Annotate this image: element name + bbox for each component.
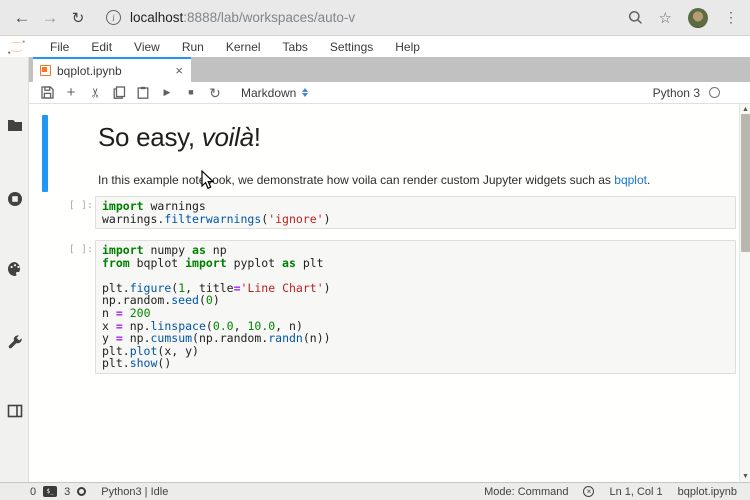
kernels-count: 3	[64, 485, 71, 498]
notifications-icon[interactable]: ×	[583, 486, 595, 497]
menu-settings[interactable]: Settings	[319, 40, 384, 54]
menu-view[interactable]: View	[123, 40, 171, 54]
mouse-cursor	[201, 170, 215, 190]
kernel-status-text[interactable]: Python3 | Idle	[101, 486, 168, 498]
browser-menu-icon[interactable]: ⋮	[724, 9, 738, 26]
reload-icon[interactable]: ↻	[64, 9, 92, 27]
menu-kernel[interactable]: Kernel	[215, 40, 272, 54]
forward-icon[interactable]: →	[36, 8, 64, 28]
copy-button[interactable]	[107, 83, 131, 103]
code-cell-1[interactable]: import warnings warnings.filterwarnings('…	[95, 196, 736, 230]
cell-selection-bar	[42, 115, 48, 192]
statusbar-file-name: bqplot.ipynb	[677, 485, 737, 498]
terminal-icon[interactable]: $_	[43, 486, 58, 497]
activity-sidebar	[0, 57, 29, 482]
notebook-scrollbar[interactable]: ▲ ▼	[739, 104, 750, 482]
notebook-paragraph: In this example notebook, we demonstrate…	[98, 173, 651, 187]
menu-file[interactable]: File	[39, 40, 80, 54]
sidebar-item-running[interactable]	[0, 187, 29, 211]
jupyter-logo	[7, 39, 26, 55]
kernel-sessions-icon[interactable]	[77, 487, 87, 496]
copy-icon	[113, 86, 125, 99]
run-button[interactable]: ▶	[155, 83, 179, 103]
cursor-position-text[interactable]: Ln 1, Col 1	[609, 486, 662, 498]
terminals-count: 0	[30, 485, 37, 498]
document-tab-bar: bqplot.ipynb ×	[29, 57, 750, 82]
sidebar-item-files[interactable]	[0, 113, 29, 137]
run-icon: ▶	[163, 87, 171, 97]
sidebar-item-commands[interactable]	[0, 257, 29, 281]
notebook-panel: So easy, voilà! In this example notebook…	[29, 104, 750, 482]
stop-icon: ■	[188, 87, 194, 97]
menu-items: File Edit View Run Kernel Tabs Settings Help	[39, 38, 431, 56]
tab-close-icon[interactable]: ×	[169, 63, 183, 78]
open-tabs-icon	[7, 404, 22, 418]
cell-type-dropdown[interactable]: Markdown	[241, 85, 309, 100]
restart-icon: ↻	[209, 84, 221, 101]
add-cell-button[interactable]: +	[59, 83, 83, 103]
browser-toolbar: ← → ↻ i localhost:8888/lab/workspaces/au…	[0, 0, 750, 36]
status-bar: 0 $_ 3 Python3 | Idle Mode: Command × Ln…	[0, 482, 750, 500]
markdown-cell[interactable]: So easy, voilà! In this example notebook…	[98, 122, 720, 187]
sidebar-item-inspector[interactable]	[0, 330, 29, 354]
menu-help[interactable]: Help	[384, 40, 431, 54]
bookmark-star-icon[interactable]: ☆	[659, 9, 672, 27]
scroll-down-icon[interactable]: ▼	[740, 471, 750, 482]
dropdown-caret-icon	[302, 88, 309, 97]
scrollbar-thumb[interactable]	[741, 114, 750, 252]
tab-bqplot-ipynb[interactable]: bqplot.ipynb ×	[33, 57, 191, 82]
tab-title: bqplot.ipynb	[57, 63, 122, 78]
command-mode-text[interactable]: Mode: Command	[484, 486, 568, 498]
notebook-heading: So easy, voilà!	[98, 122, 261, 152]
url-path: :8888/lab/workspaces/auto-v	[183, 10, 356, 25]
notebook-icon	[40, 65, 51, 76]
site-info-icon[interactable]: i	[106, 10, 121, 25]
paste-button[interactable]	[131, 83, 155, 103]
folder-icon	[7, 120, 22, 131]
cell-prompt: [ ]:	[68, 244, 93, 255]
stop-button[interactable]: ■	[179, 83, 203, 103]
back-icon[interactable]: ←	[8, 8, 36, 28]
kernel-status-icon[interactable]	[709, 87, 720, 98]
profile-avatar[interactable]	[688, 7, 708, 28]
menu-run[interactable]: Run	[171, 40, 215, 54]
menu-tabs[interactable]: Tabs	[272, 40, 319, 54]
kernel-name[interactable]: Python 3	[653, 86, 700, 100]
paste-icon	[137, 86, 149, 99]
wrench-icon	[8, 335, 22, 349]
url-host: localhost	[130, 10, 184, 25]
save-button[interactable]	[35, 83, 59, 103]
jupyterlab-menu-bar: File Edit View Run Kernel Tabs Settings Help	[0, 37, 750, 57]
cut-icon: ✂	[87, 87, 103, 98]
save-icon	[40, 86, 54, 99]
cell-type-value: Markdown	[241, 85, 297, 100]
running-sessions-icon	[7, 192, 22, 206]
restart-kernel-button[interactable]: ↻	[203, 83, 227, 103]
menu-edit[interactable]: Edit	[80, 40, 123, 54]
palette-icon	[7, 262, 20, 276]
code-cell-2[interactable]: import numpy as np from bqplot import pyp…	[95, 240, 736, 374]
sidebar-item-tabs[interactable]	[0, 399, 29, 423]
url-bar[interactable]: localhost:8888/lab/workspaces/auto-v	[130, 10, 355, 25]
cut-button[interactable]: ✂	[83, 83, 107, 103]
bqplot-link[interactable]: bqplot	[614, 173, 647, 187]
notebook-toolbar: + ✂ ▶ ■ ↻ Markdown Python 3	[29, 82, 750, 104]
cell-prompt: [ ]:	[68, 200, 93, 211]
search-icon[interactable]	[628, 10, 643, 25]
